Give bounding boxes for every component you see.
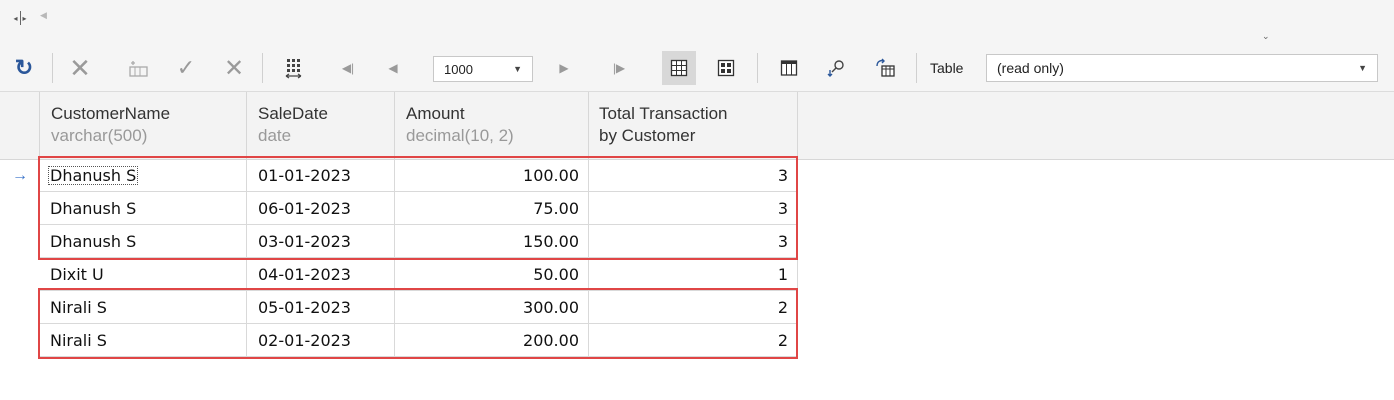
export-icon[interactable] xyxy=(868,52,902,84)
first-page-icon[interactable]: ◀| xyxy=(333,52,363,84)
last-page-icon[interactable]: |▶ xyxy=(604,52,634,84)
collapse-left-icon[interactable]: ◀ xyxy=(40,10,47,21)
cell-total-transaction[interactable]: 2 xyxy=(589,324,798,357)
form-view-icon[interactable] xyxy=(710,52,742,84)
mode-select[interactable]: (read only) ▼ xyxy=(986,54,1378,82)
table-row[interactable]: Nirali S 02-01-2023 200.00 2 xyxy=(0,324,1394,357)
cell-saledate[interactable]: 06-01-2023 xyxy=(247,192,395,225)
auto-width-icon[interactable] xyxy=(276,52,312,84)
cell-customername[interactable]: Dhanush S xyxy=(40,225,247,258)
row-indicator xyxy=(0,258,40,291)
find-icon[interactable] xyxy=(822,52,852,84)
cell-amount[interactable]: 100.00 xyxy=(395,159,589,192)
data-grid: CustomerName varchar(500) SaleDate date … xyxy=(0,92,1394,400)
cell-amount[interactable]: 300.00 xyxy=(395,291,589,324)
cell-saledate[interactable]: 02-01-2023 xyxy=(247,324,395,357)
column-name: Total Transaction xyxy=(599,104,728,123)
cell-saledate[interactable]: 01-01-2023 xyxy=(247,159,395,192)
current-row-arrow-icon: → xyxy=(12,166,28,184)
cell-customername[interactable]: Dhanush S xyxy=(40,159,247,192)
column-header-total-transaction[interactable]: Total Transaction by Customer xyxy=(589,92,798,159)
row-indicator-header xyxy=(0,92,40,159)
column-name: CustomerName xyxy=(51,104,171,123)
toolbar-separator xyxy=(52,53,53,83)
cell-text: Dhanush S xyxy=(46,164,140,187)
row-indicator xyxy=(0,225,40,258)
rows-per-page-value: 1000 xyxy=(444,61,473,77)
grid-view-icon[interactable] xyxy=(662,51,696,85)
table-row[interactable]: Dhanush S 06-01-2023 75.00 3 xyxy=(0,192,1394,225)
table-row[interactable]: → Dhanush S 01-01-2023 100.00 3 xyxy=(0,159,1394,192)
discard-icon[interactable]: ✕ xyxy=(219,52,249,84)
column-header-amount[interactable]: Amount decimal(10, 2) xyxy=(395,92,589,159)
column-header-saledate[interactable]: SaleDate date xyxy=(247,92,395,159)
toolbar-separator xyxy=(916,53,917,83)
pane-splitter-icon[interactable]: ◂ ▸ xyxy=(9,9,31,27)
refresh-icon[interactable]: ↻ xyxy=(12,52,36,84)
cancel-icon[interactable]: ✕ xyxy=(66,52,94,84)
cell-total-transaction[interactable]: 3 xyxy=(589,192,798,225)
cell-total-transaction[interactable]: 3 xyxy=(589,159,798,192)
table-row[interactable]: Dixit U 04-01-2023 50.00 1 xyxy=(0,258,1394,291)
table-row[interactable]: Nirali S 05-01-2023 300.00 2 xyxy=(0,291,1394,324)
prev-page-icon[interactable]: ◀ xyxy=(383,52,403,84)
grid-toolbar: ↻ ✕ ✓ ✕ ◀| ◀ 1000 ▼ ▶ |▶ Table (read onl… xyxy=(0,45,1394,92)
cell-customername[interactable]: Dhanush S xyxy=(40,192,247,225)
cell-amount[interactable]: 50.00 xyxy=(395,258,589,291)
cell-customername[interactable]: Nirali S xyxy=(40,324,247,357)
column-header-customername[interactable]: CustomerName varchar(500) xyxy=(40,92,247,159)
insert-row-icon[interactable] xyxy=(122,52,156,84)
cell-total-transaction[interactable]: 2 xyxy=(589,291,798,324)
cell-saledate[interactable]: 03-01-2023 xyxy=(247,225,395,258)
mode-label: Table xyxy=(930,60,964,76)
top-strip: ◂ ▸ ◀ ⌄ xyxy=(0,0,1394,45)
grid-header-row: CustomerName varchar(500) SaleDate date … xyxy=(0,92,1394,160)
cell-customername[interactable]: Dixit U xyxy=(40,258,247,291)
mode-select-value: (read only) xyxy=(997,60,1064,76)
cell-amount[interactable]: 150.00 xyxy=(395,225,589,258)
toolbar-separator xyxy=(757,53,758,83)
cell-total-transaction[interactable]: 1 xyxy=(589,258,798,291)
apply-icon[interactable]: ✓ xyxy=(170,52,202,84)
column-type: decimal(10, 2) xyxy=(406,126,514,145)
chevron-down-icon: ▼ xyxy=(1358,63,1367,73)
columns-icon[interactable] xyxy=(773,52,805,84)
cell-saledate[interactable]: 05-01-2023 xyxy=(247,291,395,324)
row-indicator xyxy=(0,291,40,324)
column-type: date xyxy=(258,126,292,145)
cell-customername[interactable]: Nirali S xyxy=(40,291,247,324)
row-indicator xyxy=(0,192,40,225)
chevron-down-icon[interactable]: ⌄ xyxy=(1262,31,1270,42)
cell-saledate[interactable]: 04-01-2023 xyxy=(247,258,395,291)
rows-per-page-select[interactable]: 1000 ▼ xyxy=(433,56,533,82)
cell-amount[interactable]: 200.00 xyxy=(395,324,589,357)
column-name: Amount xyxy=(406,104,465,123)
cell-total-transaction[interactable]: 3 xyxy=(589,225,798,258)
row-indicator xyxy=(0,324,40,357)
column-name: SaleDate xyxy=(258,104,328,123)
chevron-down-icon: ▼ xyxy=(513,64,522,74)
column-name-line2: by Customer xyxy=(599,126,696,145)
toolbar-separator xyxy=(262,53,263,83)
next-page-icon[interactable]: ▶ xyxy=(554,52,574,84)
cell-amount[interactable]: 75.00 xyxy=(395,192,589,225)
table-row[interactable]: Dhanush S 03-01-2023 150.00 3 xyxy=(0,225,1394,258)
column-type: varchar(500) xyxy=(51,126,148,145)
